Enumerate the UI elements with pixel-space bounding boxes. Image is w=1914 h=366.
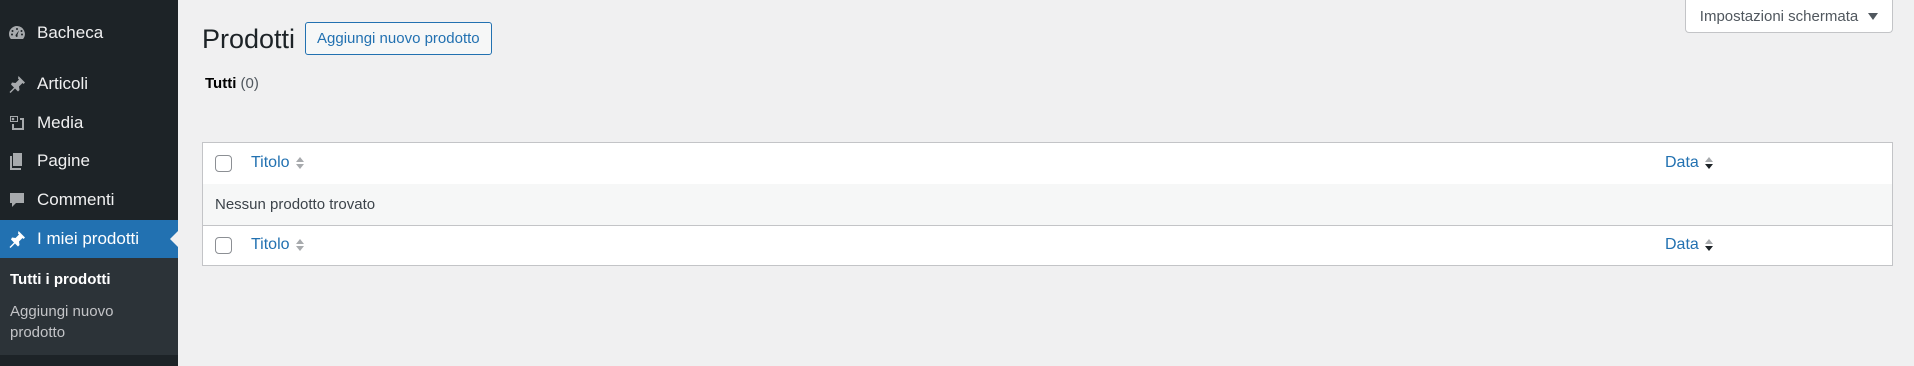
sidebar-item-label: Pagine — [37, 151, 90, 170]
pin-icon — [6, 228, 28, 250]
sidebar-item-commenti[interactable]: Commenti — [0, 181, 178, 219]
pin-icon — [6, 73, 28, 95]
active-menu-arrow — [170, 231, 178, 247]
column-title-label: Titolo — [251, 236, 290, 253]
products-table: Titolo Data Nessun prodotto trovato Tito… — [202, 142, 1893, 266]
pages-icon — [6, 150, 28, 172]
table-footer-row: Titolo Data — [203, 225, 1892, 266]
sidebar-item-pagine[interactable]: Pagine — [0, 142, 178, 180]
sort-icon — [295, 157, 304, 169]
sidebar-item-i-miei-prodotti[interactable]: I miei prodotti — [0, 220, 178, 258]
sidebar-item-articoli[interactable]: Articoli — [0, 65, 178, 103]
sort-desc-icon — [1704, 239, 1713, 251]
screen-options-label: Impostazioni schermata — [1699, 7, 1859, 25]
column-date-header[interactable]: Data — [1665, 154, 1713, 172]
submenu-item-add-new-product[interactable]: Aggiungi nuovo prodotto — [10, 301, 170, 343]
sidebar-item-media[interactable]: Media — [0, 104, 178, 142]
sort-icon — [295, 239, 304, 251]
column-date-header[interactable]: Data — [1665, 236, 1713, 254]
sidebar-item-label: Bacheca — [37, 23, 104, 42]
submenu: Tutti i prodotti Aggiungi nuovo prodotto — [0, 258, 178, 355]
sort-desc-icon — [1704, 157, 1713, 169]
sidebar-item-bacheca[interactable]: Bacheca — [0, 14, 178, 52]
table-row: Nessun prodotto trovato — [203, 184, 1892, 226]
column-title-header[interactable]: Titolo — [251, 154, 304, 172]
select-all-checkbox[interactable] — [215, 155, 232, 172]
submenu-item-all-products[interactable]: Tutti i prodotti — [10, 269, 170, 290]
sidebar-item-label: Articoli — [37, 74, 89, 93]
column-date-label: Data — [1665, 154, 1699, 171]
no-items-message: Nessun prodotto trovato — [215, 196, 376, 213]
column-date-label: Data — [1665, 236, 1699, 253]
page-title: Prodotti — [202, 24, 296, 54]
select-all-checkbox[interactable] — [215, 237, 232, 254]
sidebar-item-label: Commenti — [37, 190, 115, 209]
sidebar-item-label: Media — [37, 113, 84, 132]
caret-down-icon — [1868, 12, 1879, 20]
sidebar-item-label: I miei prodotti — [37, 229, 140, 248]
column-title-label: Titolo — [251, 154, 290, 171]
comments-icon — [6, 189, 28, 211]
admin-sidebar: Bacheca Articoli Media Pagine Commenti I… — [0, 0, 178, 366]
filter-all-count: (0) — [240, 75, 259, 92]
add-new-product-button[interactable]: Aggiungi nuovo prodotto — [305, 22, 492, 55]
dashboard-icon — [6, 22, 28, 44]
media-icon — [6, 112, 28, 134]
filter-all-link[interactable]: Tutti — [205, 75, 236, 92]
status-filters: Tutti (0) — [205, 75, 259, 92]
column-title-header[interactable]: Titolo — [251, 236, 304, 254]
table-header-row: Titolo Data — [203, 143, 1892, 185]
screen-options-button[interactable]: Impostazioni schermata — [1685, 0, 1893, 33]
